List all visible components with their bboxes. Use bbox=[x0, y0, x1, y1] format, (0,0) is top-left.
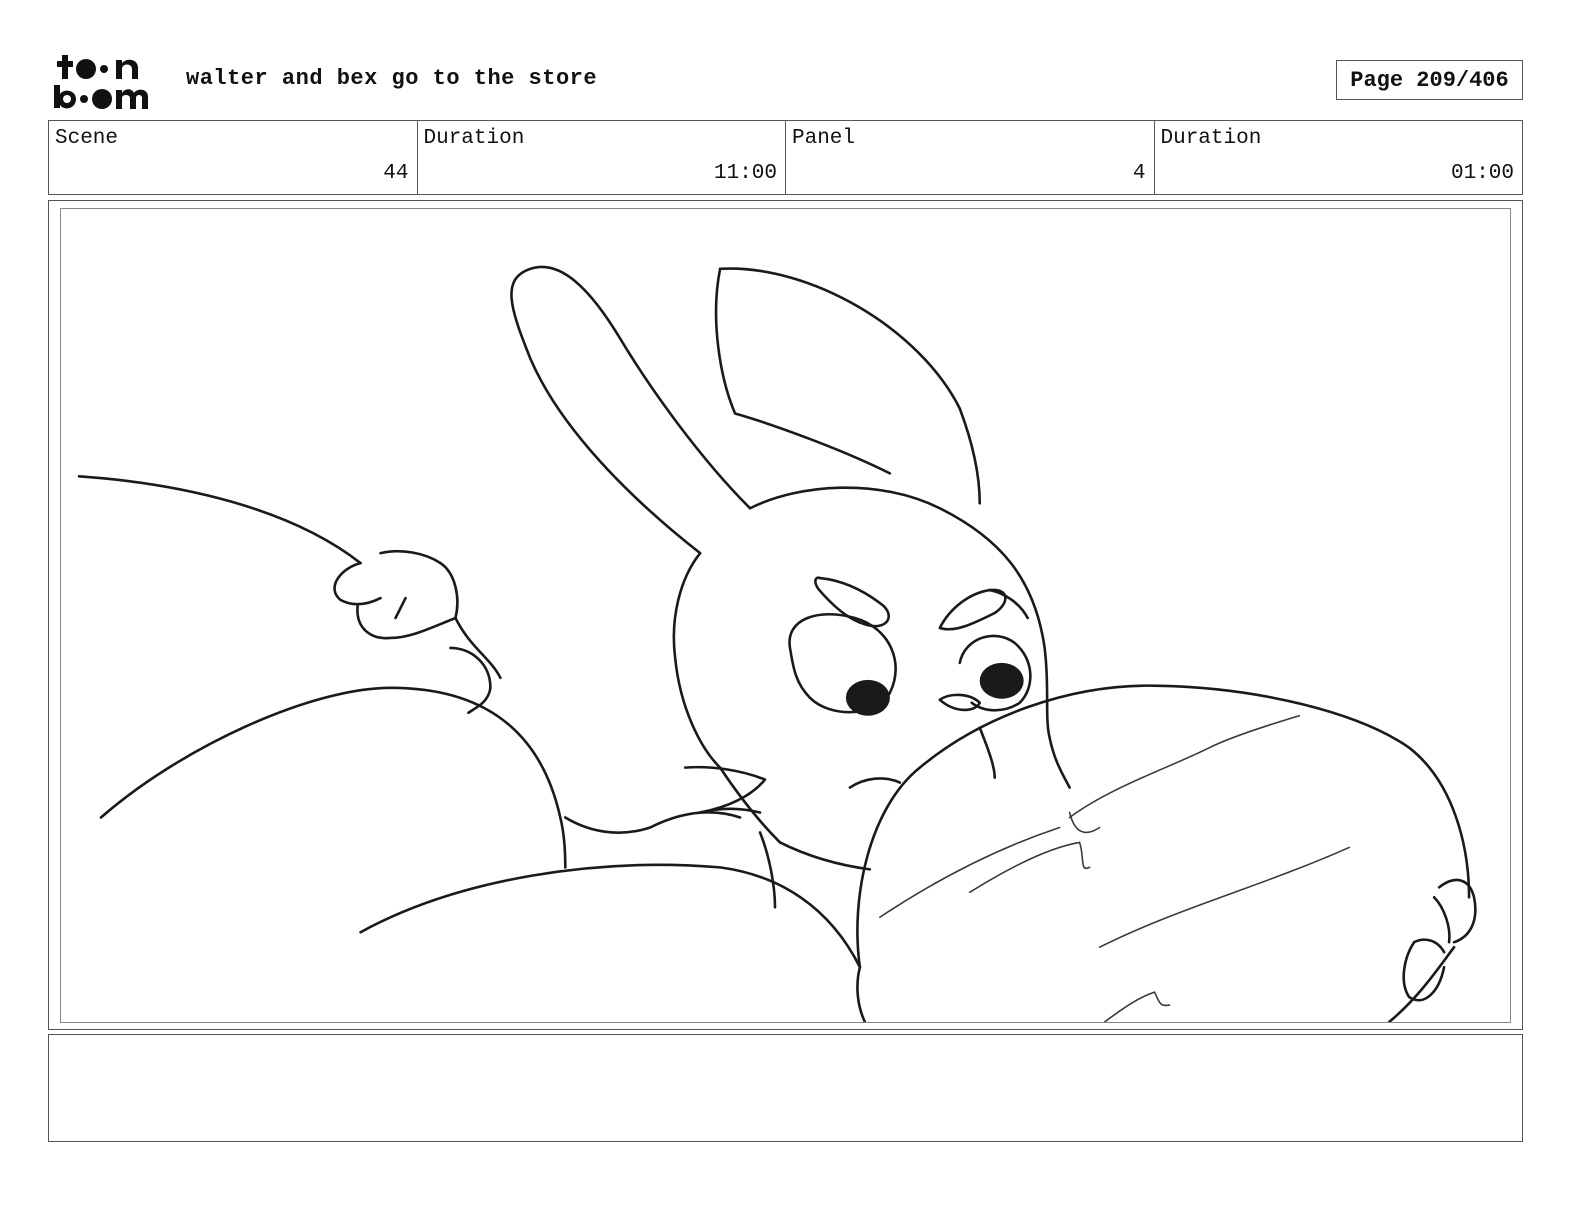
scene-value: 44 bbox=[383, 162, 409, 185]
scene-cell: Scene 44 bbox=[49, 121, 418, 194]
storyboard-title: walter and bex go to the store bbox=[186, 66, 598, 91]
storyboard-panel-frame bbox=[48, 200, 1523, 1030]
storyboard-sketch-icon bbox=[77, 265, 1477, 1022]
scene-duration-value: 11:00 bbox=[713, 162, 777, 185]
toon-boom-logo-icon bbox=[54, 55, 148, 109]
scene-info-row: Scene 44 Duration 11:00 Panel 4 Duration… bbox=[48, 120, 1523, 195]
toon-boom-logo bbox=[52, 52, 164, 112]
panel-duration-label: Duration bbox=[1160, 127, 1262, 150]
page-number-label: Page 209/406 bbox=[1336, 60, 1523, 100]
scene-duration-label: Duration bbox=[423, 127, 525, 150]
panel-value: 4 bbox=[1132, 162, 1146, 185]
panel-duration-value: 01:00 bbox=[1450, 162, 1514, 185]
panel-label: Panel bbox=[792, 127, 856, 150]
scene-duration-cell: Duration 11:00 bbox=[418, 121, 786, 194]
scene-label: Scene bbox=[55, 127, 119, 150]
panel-duration-cell: Duration 01:00 bbox=[1155, 121, 1523, 194]
storyboard-panel-image bbox=[60, 208, 1511, 1023]
panel-notes-box[interactable] bbox=[48, 1034, 1523, 1142]
panel-cell: Panel 4 bbox=[786, 121, 1155, 194]
